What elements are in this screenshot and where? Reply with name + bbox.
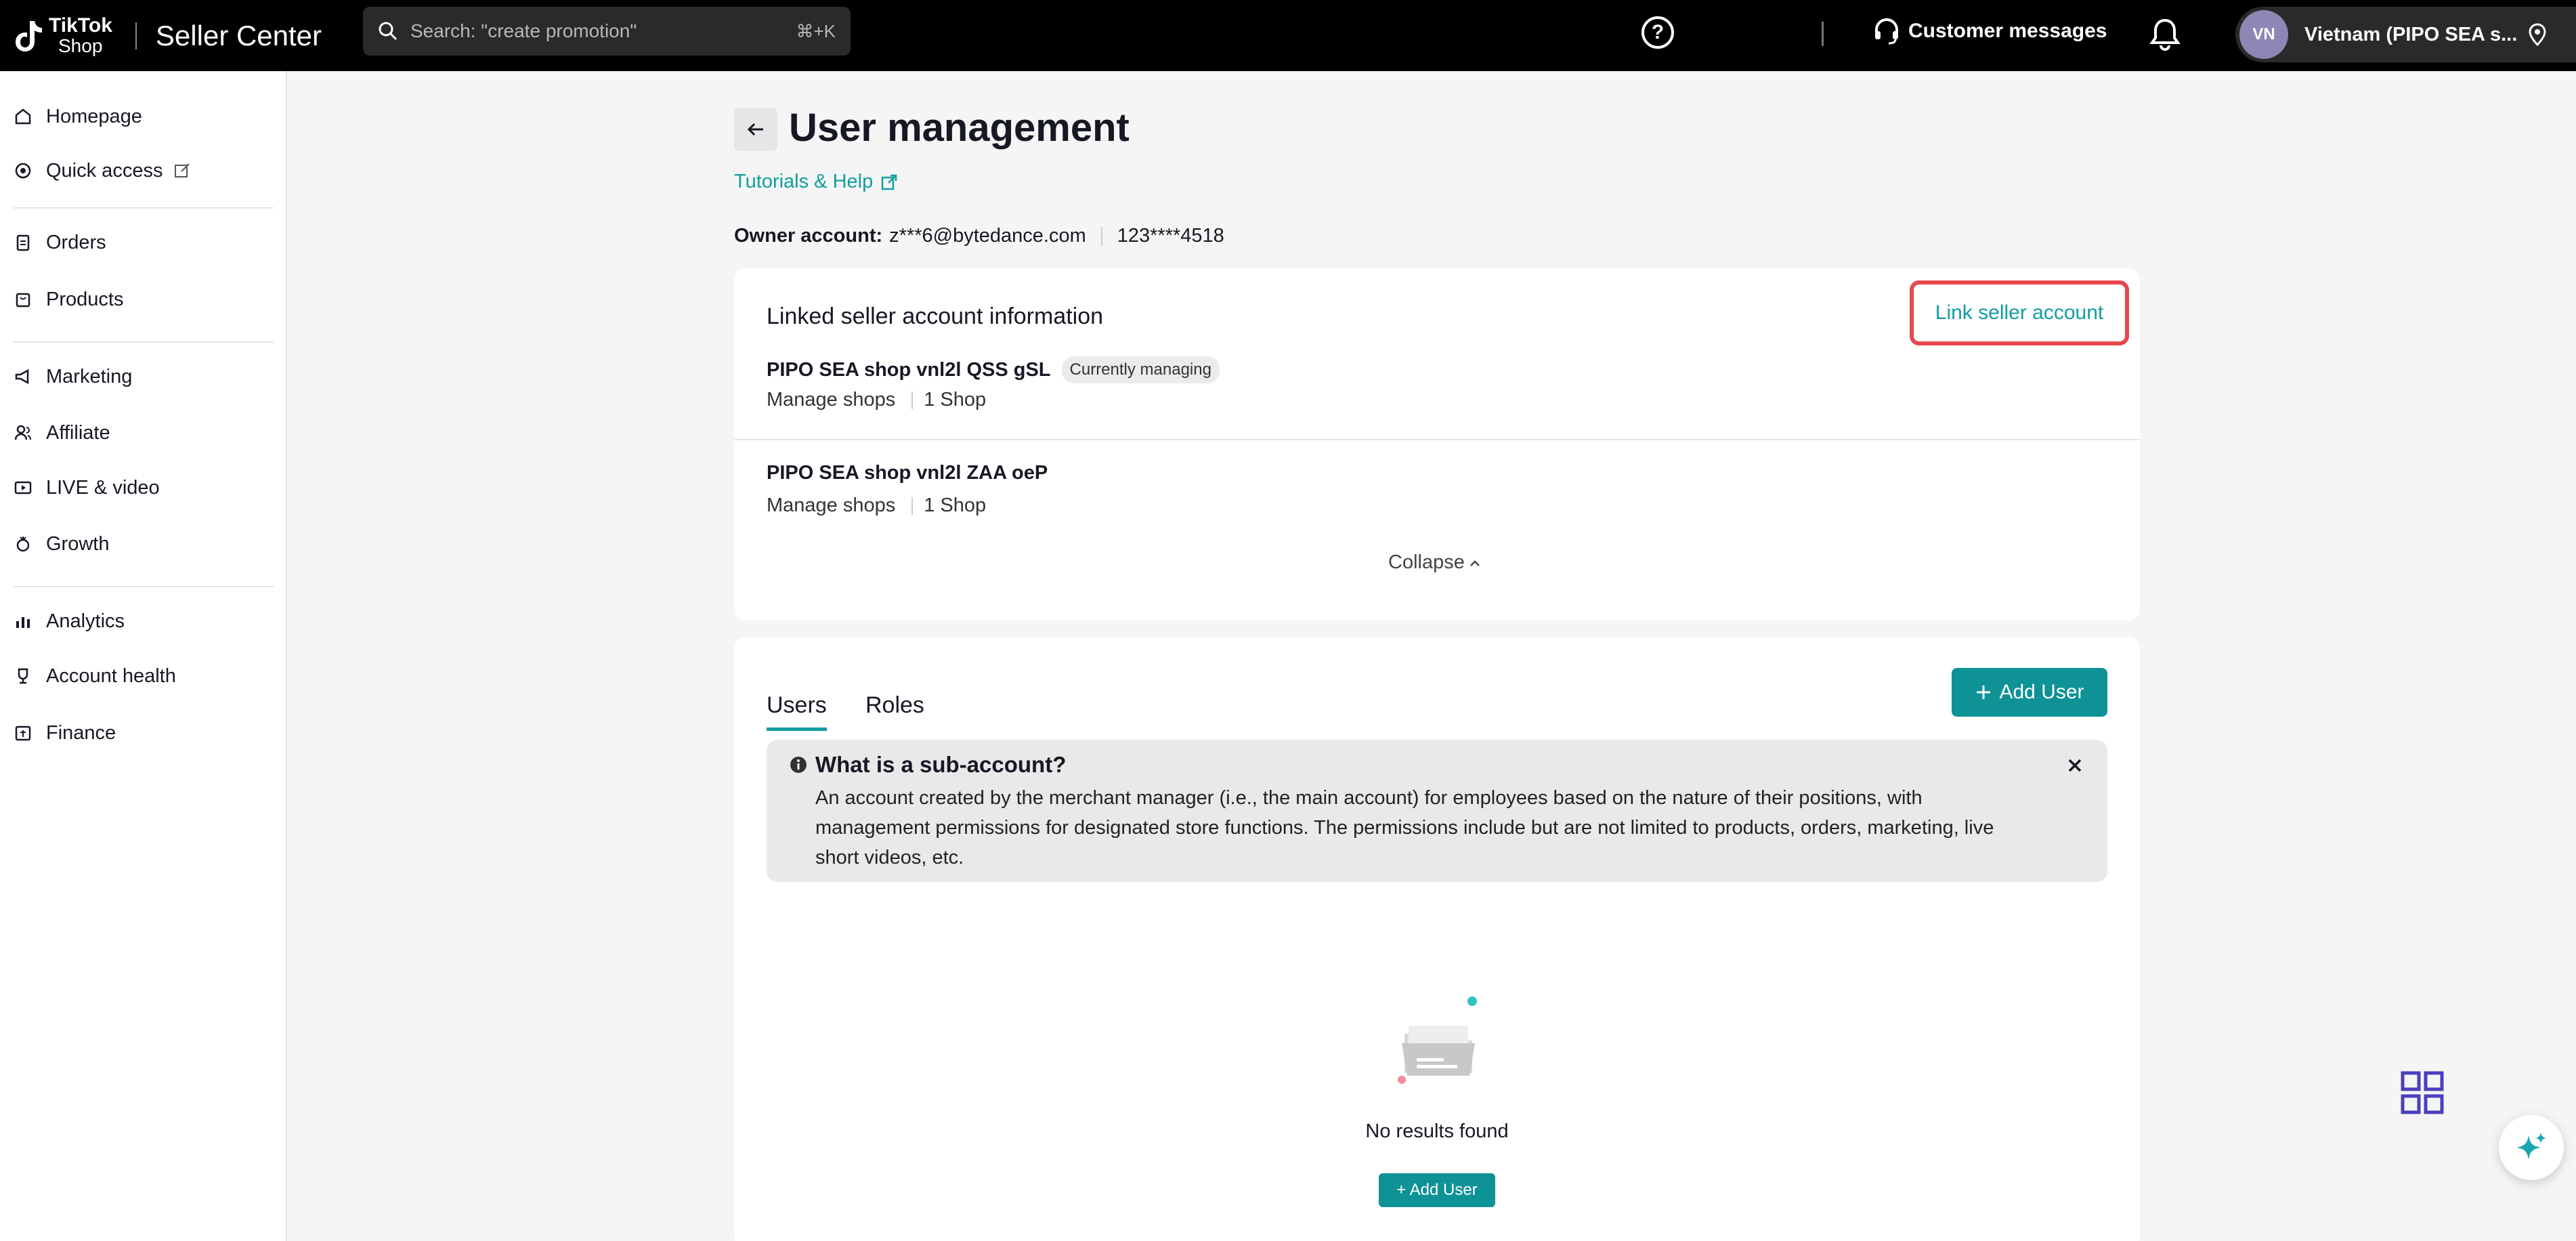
video-icon (14, 481, 32, 495)
tab-roles[interactable]: Roles (865, 692, 924, 719)
orders-icon (16, 234, 30, 251)
quick-access-icon (15, 163, 31, 179)
shop-meta: Manage shops 1 Shop (767, 389, 986, 411)
info-title: What is a sub-account? (790, 752, 1066, 778)
search-placeholder: Search: "create promotion" (410, 20, 637, 41)
bell-icon[interactable] (2148, 16, 2182, 51)
ai-assistant-button[interactable] (2499, 1115, 2564, 1180)
info-body: An account created by the merchant manag… (815, 787, 1994, 868)
megaphone-icon (15, 369, 29, 385)
search-icon (379, 22, 398, 41)
meta-divider (911, 497, 914, 515)
add-user-empty-button[interactable]: + Add User (1379, 1173, 1495, 1207)
location-pin-icon (2529, 23, 2546, 46)
home-icon (15, 108, 31, 125)
sidebar-item-finance[interactable]: Finance (0, 713, 116, 753)
logo-text: TikTok Shop (49, 14, 112, 56)
shop-name: PIPO SEA shop vnl2l ZAA oeP (767, 462, 1048, 484)
sidebar-divider (14, 207, 274, 209)
edit-icon[interactable] (173, 162, 191, 180)
avatar: VN (2239, 10, 2288, 59)
customer-messages-button[interactable]: Customer messages (1872, 16, 2107, 46)
growth-icon (16, 537, 30, 552)
analytics-icon (16, 617, 30, 628)
shop-count: 1 Shop (924, 495, 987, 516)
collapse-button[interactable]: Collapse (1388, 551, 1481, 574)
search-bar[interactable]: Search: "create promotion" ⌘+K (363, 7, 851, 56)
close-icon[interactable] (2065, 756, 2084, 775)
sidebar-item-homepage[interactable]: Homepage (0, 96, 142, 137)
sidebar-item-analytics[interactable]: Analytics (0, 601, 125, 641)
sparkle-icon (2516, 1133, 2546, 1160)
sidebar-divider (14, 341, 274, 343)
trophy-icon (18, 668, 28, 684)
owner-label: Owner account: (734, 225, 883, 247)
plus-icon (1977, 686, 1991, 699)
customer-messages-label: Customer messages (1908, 20, 2107, 42)
external-link-icon (881, 174, 897, 190)
shop-count: 1 Shop (924, 389, 987, 411)
linked-accounts-card: Linked seller account information Link s… (734, 268, 2140, 620)
empty-state-text: No results found (1365, 1120, 1509, 1142)
tiktok-shop-logo[interactable]: TikTok Shop Seller Center (14, 14, 322, 56)
tiktok-logo-icon (16, 20, 42, 51)
users-card: Users Roles Add User What is a sub-accou… (734, 637, 2140, 1241)
sidebar-item-account-health[interactable]: Account health (0, 656, 176, 696)
account-switcher[interactable]: VN Vietnam (PIPO SEA s... (2235, 7, 2576, 62)
tutorials-link[interactable]: Tutorials & Help (734, 171, 897, 193)
back-button[interactable] (734, 108, 777, 151)
sidebar-item-marketing[interactable]: Marketing (0, 356, 132, 397)
account-label: Vietnam (PIPO SEA s... (2304, 23, 2518, 45)
search-shortcut: ⌘+K (796, 20, 836, 41)
apps-grid-icon[interactable] (2400, 1070, 2445, 1115)
linked-accounts-title: Linked seller account information (767, 303, 1104, 329)
finance-icon (15, 725, 31, 741)
sidebar: Homepage Quick access Orders Products Ma… (0, 71, 287, 1241)
manage-shops-link[interactable]: Manage shops (767, 495, 895, 517)
info-icon (790, 757, 807, 773)
header-divider (1822, 22, 1824, 46)
add-user-button[interactable]: Add User (1952, 668, 2107, 717)
sidebar-item-live-video[interactable]: LIVE & video (0, 467, 160, 508)
help-icon[interactable]: ? (1641, 16, 1674, 49)
link-seller-account-button[interactable]: Link seller account (1910, 280, 2129, 345)
sub-account-info-box: What is a sub-account? An account create… (767, 740, 2107, 882)
owner-phone: 123****4518 (1117, 225, 1224, 247)
meta-divider (911, 391, 914, 409)
status-badge: Currently managing (1061, 356, 1220, 383)
page-title: User management (789, 106, 1130, 150)
sidebar-item-growth[interactable]: Growth (0, 524, 109, 564)
card-divider (734, 439, 2140, 440)
owner-divider (1100, 226, 1102, 246)
logo-separator (135, 22, 137, 49)
shop-meta: Manage shops 1 Shop (767, 495, 986, 517)
manage-shops-link[interactable]: Manage shops (767, 389, 895, 411)
sidebar-item-products[interactable]: Products (0, 279, 123, 320)
owner-email: z***6@bytedance.com (889, 225, 1086, 247)
shop-name: PIPO SEA shop vnl2l QSS gSL Currently ma… (767, 356, 1220, 383)
affiliate-icon (14, 425, 31, 440)
empty-folder-icon (1398, 996, 1477, 1084)
arrow-left-icon (747, 123, 763, 136)
sidebar-item-quick-access[interactable]: Quick access (0, 150, 205, 191)
owner-account: Owner account: z***6@bytedance.com 123**… (734, 225, 1224, 247)
sidebar-divider (14, 586, 274, 587)
chevron-up-icon (1469, 560, 1480, 566)
products-icon (16, 293, 30, 308)
sidebar-item-affiliate[interactable]: Affiliate (0, 413, 110, 453)
headset-icon (1875, 18, 1898, 45)
sidebar-item-orders[interactable]: Orders (0, 222, 106, 263)
tab-users[interactable]: Users (767, 692, 827, 731)
top-bar: TikTok Shop Seller Center Search: "creat… (0, 0, 2576, 71)
brand-title: Seller Center (155, 19, 322, 51)
